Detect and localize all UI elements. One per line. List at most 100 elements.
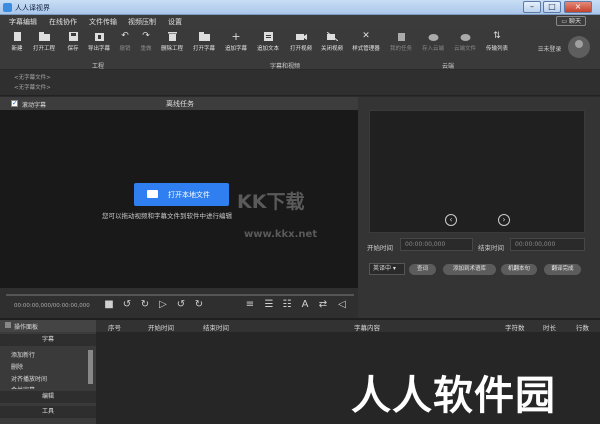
- section-subtitle[interactable]: 字幕: [0, 334, 96, 346]
- open-project-button[interactable]: 打开工程: [30, 32, 58, 52]
- add-term-button[interactable]: 添加到术语库: [443, 264, 496, 275]
- video-icon: [295, 34, 307, 40]
- align-icon[interactable]: ≡: [243, 298, 257, 312]
- chat-icon: ▭: [561, 18, 569, 25]
- plus-icon: +: [231, 30, 241, 43]
- numbered-list-icon[interactable]: ☷: [280, 298, 294, 312]
- section-edit[interactable]: 编辑: [0, 391, 96, 403]
- start-time-input[interactable]: 00:00:00,000: [400, 238, 473, 251]
- next-icon[interactable]: ›: [498, 214, 510, 226]
- stop-icon[interactable]: ■: [102, 298, 116, 312]
- timecode: 00:00:00,000/00:00:00,000: [14, 303, 90, 309]
- group-cloud-label: 云端: [442, 63, 455, 70]
- language-select[interactable]: 英译中 ▾: [369, 263, 405, 275]
- close-video-icon: [326, 32, 338, 41]
- watermark-brand: KK下载: [237, 191, 305, 213]
- swap-icon[interactable]: ⇄: [316, 298, 330, 312]
- save-label: 保存: [67, 46, 79, 52]
- col-duration[interactable]: 时长: [543, 322, 556, 332]
- open-video-button[interactable]: 打开视频: [287, 32, 315, 52]
- scroll-subtitle-label: 滚动字幕: [22, 102, 47, 109]
- open-subtitle-button[interactable]: 打开字幕: [190, 32, 218, 52]
- export-subtitle-label: 导出字幕: [87, 46, 110, 52]
- watermark-big: 人人软件园: [351, 373, 556, 419]
- prev-icon[interactable]: ‹: [445, 214, 457, 226]
- open-folder-icon: [38, 32, 50, 41]
- col-index[interactable]: 序号: [108, 322, 121, 332]
- my-tasks-button[interactable]: 我的任务: [387, 32, 415, 52]
- lookup-button[interactable]: 查词: [409, 264, 436, 275]
- trash-icon: [167, 32, 177, 41]
- skip-icon[interactable]: ↻: [192, 298, 206, 312]
- cloud-files-button[interactable]: 云端文件: [451, 32, 479, 52]
- cloud-files-label: 云端文件: [453, 46, 476, 52]
- maximize-button[interactable]: □: [543, 1, 561, 13]
- menu-subtitle-edit[interactable]: 字幕编辑: [9, 17, 37, 27]
- avatar[interactable]: [568, 36, 590, 58]
- delete-project-button[interactable]: 删除工程: [158, 32, 186, 52]
- close-button[interactable]: ×: [564, 1, 592, 13]
- machine-translate-button[interactable]: 机翻本句: [501, 264, 537, 275]
- section-tools[interactable]: 工具: [0, 406, 96, 418]
- volume-icon[interactable]: ◁: [335, 298, 349, 312]
- play-icon[interactable]: ▷: [156, 298, 170, 312]
- forward-icon[interactable]: ↺: [174, 298, 188, 312]
- watermark-url: www.kkx.net: [244, 229, 318, 240]
- scrollbar[interactable]: [88, 350, 93, 384]
- col-content[interactable]: 字幕内容: [354, 322, 380, 332]
- add-line-item[interactable]: 添加新行: [11, 350, 35, 359]
- export-subtitle-button[interactable]: 导出字幕: [85, 32, 113, 52]
- redo-button[interactable]: ↷ 重做: [132, 31, 160, 53]
- align-time-item[interactable]: 对齐播放时间: [11, 374, 47, 383]
- menu-settings[interactable]: 设置: [168, 17, 182, 27]
- scroll-subtitle-checkbox[interactable]: [11, 99, 18, 107]
- open-subtitle-icon: [198, 32, 210, 41]
- rewind-icon[interactable]: ↺: [120, 298, 134, 312]
- window-title-bar: 人人译视界 – □ ×: [0, 0, 600, 15]
- export-icon: [94, 33, 104, 41]
- end-time-input[interactable]: 00:00:00,000: [510, 238, 585, 251]
- start-time-label: 开始时间: [367, 244, 393, 252]
- new-button[interactable]: 新建: [3, 32, 31, 52]
- style-manager-button[interactable]: ✕ 样式管理器: [352, 31, 380, 53]
- list-icon[interactable]: ☰: [262, 298, 276, 312]
- append-subtitle-button[interactable]: + 追加字幕: [222, 30, 250, 52]
- tools-icon: ✕: [362, 31, 370, 41]
- login-status[interactable]: ☰未登录: [538, 44, 561, 53]
- feedback-label: 聊天: [568, 18, 581, 25]
- menu-video-compress[interactable]: 视频压制: [128, 17, 156, 27]
- language-select-value: 英译中: [373, 265, 392, 272]
- cloud-icon: [460, 34, 470, 41]
- cloud-upload-icon: [428, 34, 438, 41]
- col-start-time[interactable]: 开始时间: [148, 322, 174, 332]
- subtitle-file-1: <无字幕文件>: [14, 75, 51, 81]
- end-time-label: 结束时间: [478, 244, 504, 252]
- app-icon: [3, 3, 12, 12]
- back-icon[interactable]: ↻: [138, 298, 152, 312]
- close-video-label: 关闭视频: [320, 46, 343, 52]
- panel-icon: [5, 322, 11, 328]
- save-button[interactable]: 保存: [59, 32, 87, 52]
- delete-item[interactable]: 删除: [11, 362, 23, 371]
- translate-done-button[interactable]: 翻译完成: [544, 264, 581, 275]
- menu-online-collab[interactable]: 在线协作: [49, 17, 77, 27]
- transfer-list-button[interactable]: ⇅ 传输列表: [483, 32, 511, 53]
- feedback-button[interactable]: ▭ 聊天: [556, 16, 586, 26]
- open-project-label: 打开工程: [32, 46, 55, 52]
- menu-file-transfer[interactable]: 文件传输: [89, 17, 117, 27]
- col-end-time[interactable]: 结束时间: [203, 322, 229, 332]
- progress-bar[interactable]: [6, 294, 354, 296]
- open-video-label: 打开视频: [289, 46, 312, 52]
- undo-icon: ↶: [121, 31, 129, 41]
- open-local-file-button[interactable]: 打开本地文件: [134, 183, 229, 206]
- redo-icon: ↷: [142, 31, 150, 41]
- save-icon: [68, 32, 78, 41]
- append-text-button[interactable]: 追加文本: [254, 32, 282, 52]
- col-lines[interactable]: 行数: [576, 322, 589, 332]
- font-size-icon[interactable]: A: [298, 298, 312, 312]
- save-to-cloud-button[interactable]: 存入云端: [419, 32, 447, 52]
- minimize-button[interactable]: –: [523, 1, 541, 13]
- col-char-count[interactable]: 字符数: [505, 322, 525, 332]
- close-video-button[interactable]: 关闭视频: [318, 32, 346, 52]
- merge-item[interactable]: 合并字幕: [11, 385, 35, 389]
